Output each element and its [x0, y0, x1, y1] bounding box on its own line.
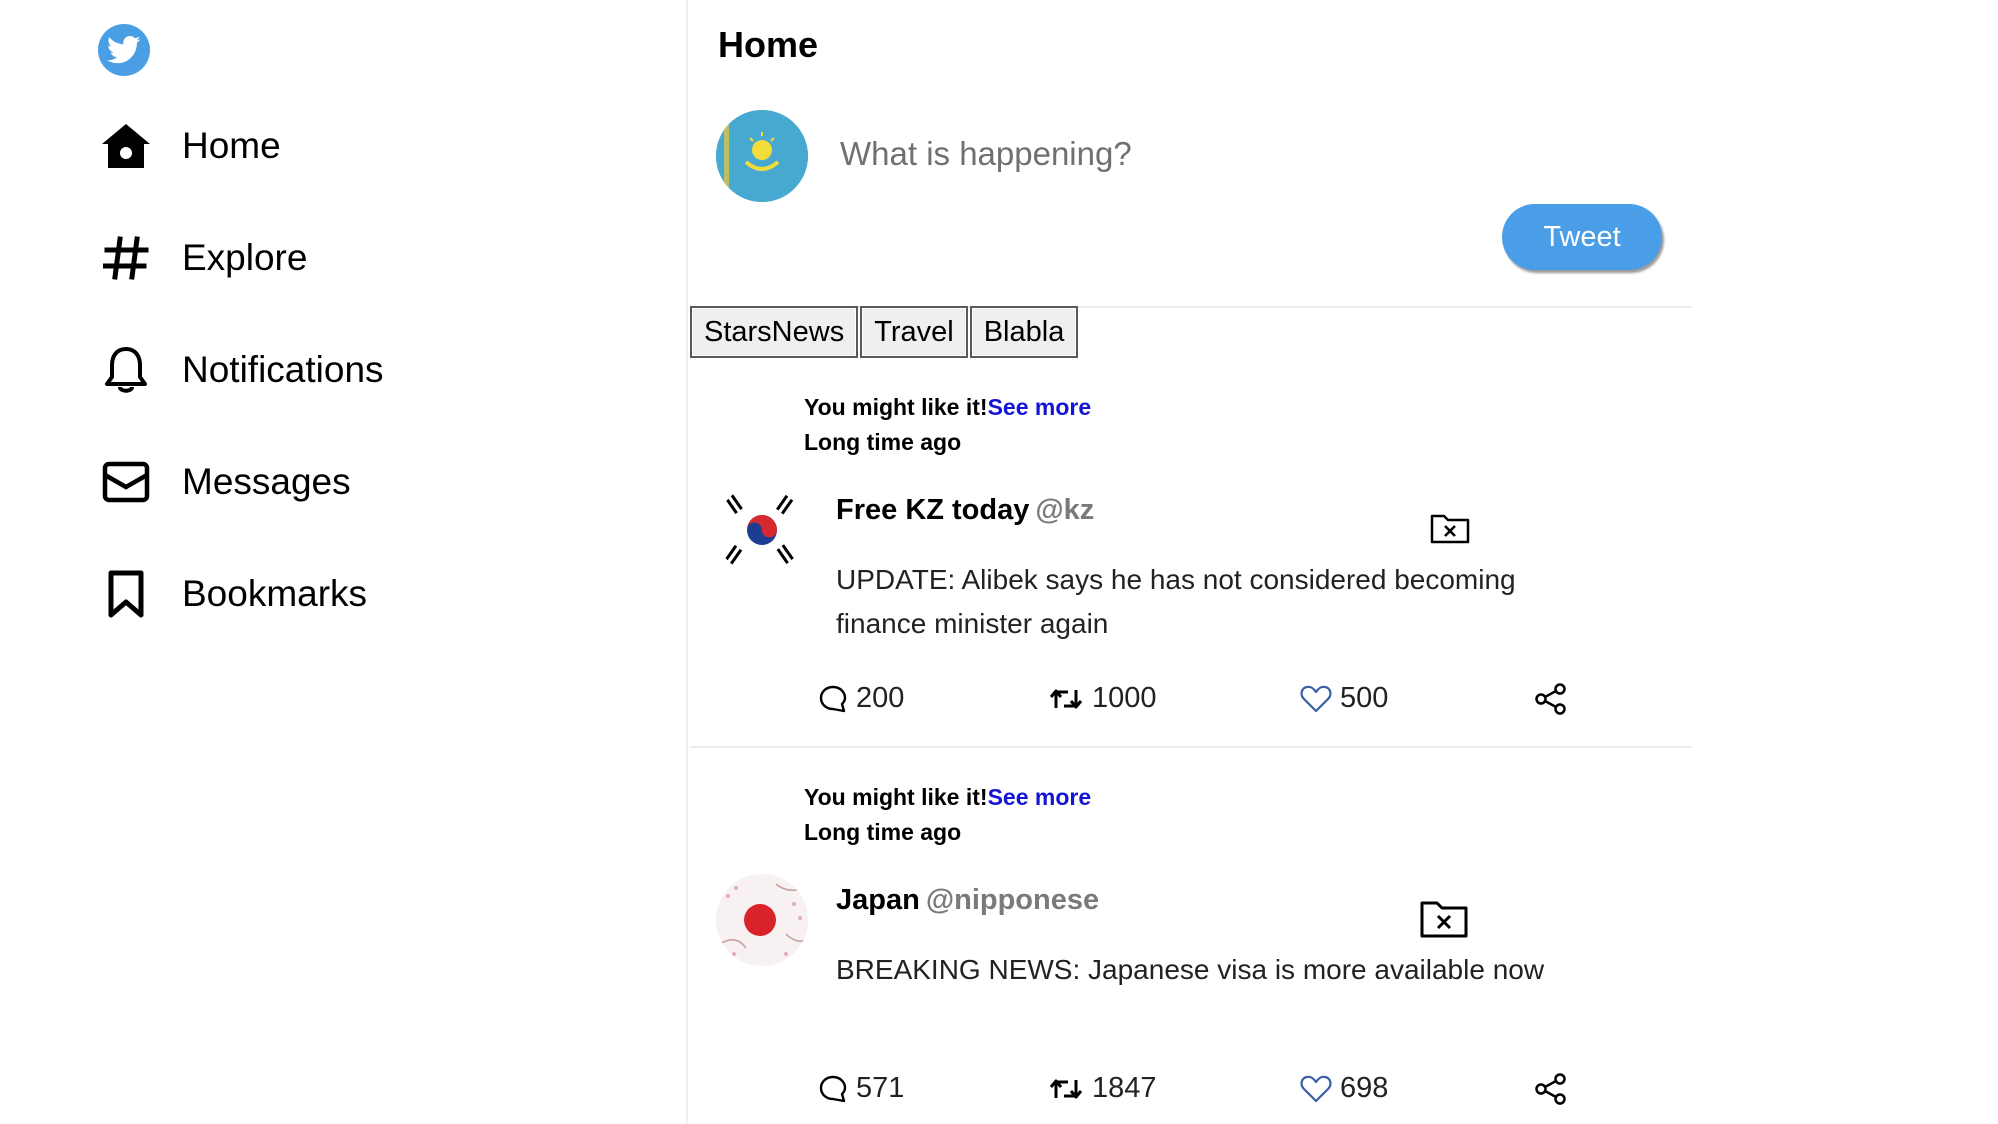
tab-travel[interactable]: Travel: [860, 306, 968, 358]
tweet-button[interactable]: Tweet: [1502, 204, 1662, 270]
topic-tabs: StarsNews Travel Blabla: [690, 306, 1080, 358]
share-icon: [1535, 1073, 1566, 1105]
like-button[interactable]: 698: [1300, 1072, 1388, 1105]
reply-button[interactable]: 200: [818, 682, 904, 715]
tweet-text: UPDATE: Alibek says he has not considere…: [836, 564, 1516, 639]
share-button[interactable]: [1534, 1072, 1576, 1106]
folder-remove-icon[interactable]: [1426, 508, 1474, 548]
sidebar-item-bookmarks[interactable]: Bookmarks: [98, 564, 367, 624]
retweet-button[interactable]: 1000: [1048, 682, 1157, 715]
reply-count: 571: [856, 1072, 905, 1104]
avatar[interactable]: [716, 874, 808, 966]
tweet-card: You might like it!See more Long time ago: [690, 780, 1692, 1124]
twitter-bird-icon[interactable]: [98, 24, 150, 76]
author-handle[interactable]: @kz: [1035, 494, 1094, 526]
author-name[interactable]: Free KZ today: [836, 494, 1029, 526]
heart-icon: [1300, 685, 1332, 712]
tweet-timestamp: Long time ago: [804, 819, 962, 845]
tweet-card: You might like it!See more Long time ago: [690, 390, 1692, 780]
sidebar-item-explore[interactable]: Explore: [98, 228, 307, 288]
see-more-link[interactable]: See more: [988, 784, 1092, 810]
like-count: 698: [1340, 1072, 1389, 1104]
suggestion-line: You might like it!See more: [804, 390, 1091, 425]
sidebar-item-notifications[interactable]: Notifications: [98, 340, 384, 400]
heart-icon: [1300, 1075, 1332, 1102]
reply-button[interactable]: 571: [818, 1072, 904, 1105]
main-feed: Home Tweet StarsNews Travel Blabla You m…: [690, 0, 1692, 1124]
sidebar-item-label: Notifications: [182, 349, 384, 390]
retweet-count: 1847: [1092, 1072, 1157, 1104]
envelope-icon: [98, 454, 154, 510]
divider: [690, 746, 1692, 748]
hashtag-icon: [98, 230, 154, 286]
avatar[interactable]: [716, 484, 808, 576]
suggestion-text: You might like it!: [804, 784, 988, 810]
share-button[interactable]: [1534, 682, 1576, 716]
compose-input[interactable]: [840, 126, 1600, 182]
suggestion-text: You might like it!: [804, 394, 988, 420]
like-button[interactable]: 500: [1300, 682, 1388, 715]
page-title: Home: [718, 24, 819, 65]
folder-remove-icon[interactable]: [1416, 894, 1472, 942]
tweet-timestamp: Long time ago: [804, 429, 962, 455]
sidebar-item-home[interactable]: Home: [98, 116, 281, 176]
retweet-button[interactable]: 1847: [1048, 1072, 1157, 1105]
author-handle[interactable]: @nipponese: [926, 884, 1099, 916]
tweet-text: BREAKING NEWS: Japanese visa is more ava…: [836, 954, 1545, 985]
bookmark-icon: [98, 566, 154, 622]
avatar[interactable]: [716, 110, 808, 202]
retweet-icon: [1049, 1079, 1083, 1098]
bell-icon: [98, 342, 154, 398]
tweet-author: Free KZ today @kz: [836, 494, 1094, 527]
see-more-link[interactable]: See more: [988, 394, 1092, 420]
reply-count: 200: [856, 682, 905, 714]
home-icon: [98, 118, 154, 174]
sidebar: Home Explore Notifications Messages Book…: [0, 0, 688, 1124]
reply-icon: [819, 1075, 847, 1102]
tweet-actions: 571 1847 698: [818, 1072, 1618, 1116]
suggestion-line: You might like it!See more: [804, 780, 1091, 815]
sidebar-item-label: Bookmarks: [182, 573, 368, 614]
reply-icon: [819, 685, 847, 712]
sidebar-item-label: Explore: [182, 237, 308, 278]
sidebar-item-label: Messages: [182, 461, 351, 502]
tab-blabla[interactable]: Blabla: [969, 306, 1079, 358]
author-name[interactable]: Japan: [836, 884, 920, 916]
retweet-count: 1000: [1092, 682, 1157, 714]
sidebar-item-messages[interactable]: Messages: [98, 452, 351, 512]
tab-starsnews[interactable]: StarsNews: [690, 306, 859, 358]
sidebar-item-label: Home: [182, 125, 281, 166]
like-count: 500: [1340, 682, 1389, 714]
tweet-author: Japan @nipponese: [836, 884, 1099, 917]
tweet-actions: 200 1000 500: [818, 682, 1618, 726]
share-icon: [1535, 683, 1566, 715]
retweet-icon: [1049, 689, 1083, 708]
